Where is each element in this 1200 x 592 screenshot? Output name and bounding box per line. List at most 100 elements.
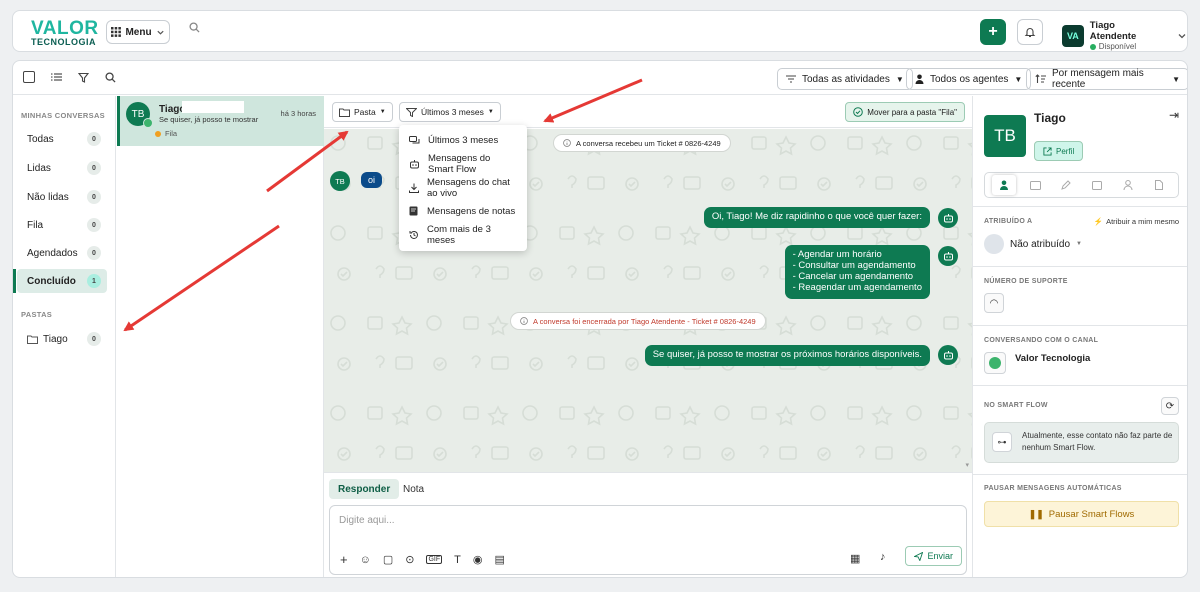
- sidebar-section-title: MINHAS CONVERSAS: [21, 111, 105, 120]
- refresh-button[interactable]: ⟳: [1161, 397, 1179, 415]
- sidebar-item-fila[interactable]: Fila 0: [17, 213, 107, 237]
- send-button[interactable]: Enviar: [905, 546, 962, 566]
- logo[interactable]: VALOR TECNOLOGIA: [31, 19, 99, 47]
- send-label: Enviar: [927, 551, 953, 561]
- move-to-queue-button[interactable]: Mover para a pasta "Fila": [845, 102, 965, 122]
- robot-icon: [943, 251, 954, 261]
- tab-users[interactable]: [1116, 175, 1140, 195]
- search-icon[interactable]: [105, 71, 116, 83]
- activities-filter[interactable]: Todas as atividades ▼: [777, 68, 913, 90]
- text-format-icon[interactable]: T: [454, 554, 461, 566]
- caret-down-icon: ▼: [1172, 74, 1180, 84]
- move-button-label: Mover para a pasta "Fila": [867, 107, 957, 117]
- timestamp: há 3 horas: [280, 109, 316, 118]
- dropdown-item-label: Últimos 3 meses: [428, 135, 499, 147]
- scroll-down-icon[interactable]: ▾: [965, 461, 969, 469]
- dropdown-item-smart-flow[interactable]: Mensagens do Smart Flow: [399, 153, 527, 177]
- location-icon[interactable]: ⊙: [405, 553, 414, 566]
- whatsapp-icon: [989, 357, 1001, 369]
- tab-tickets[interactable]: [1023, 175, 1047, 195]
- tab-edit[interactable]: [1054, 175, 1078, 195]
- filter-icon[interactable]: [78, 72, 89, 83]
- message-input[interactable]: Digite aqui... + ☺ ▢ ⊙ GIF T ◉ ▤ ▦ ♪ Env…: [329, 505, 967, 575]
- tab-reply[interactable]: Responder: [329, 479, 400, 499]
- tab-contact[interactable]: [992, 175, 1017, 195]
- calendar-icon[interactable]: ▦: [850, 552, 860, 565]
- user-name: Tiago Atendente: [1089, 20, 1137, 42]
- agents-filter[interactable]: Todos os agentes ▼: [906, 68, 1032, 90]
- profile-button[interactable]: Perfil: [1034, 141, 1084, 161]
- details-tabs: [984, 172, 1179, 198]
- grid-icon: [111, 27, 122, 37]
- tag-dot: [155, 130, 161, 137]
- select-all-checkbox[interactable]: [23, 71, 35, 83]
- count-badge: 0: [87, 161, 101, 175]
- input-placeholder: Digite aqui...: [339, 515, 395, 526]
- menu-button[interactable]: Menu: [106, 20, 170, 44]
- assignee-select[interactable]: Não atribuído ▼: [984, 234, 1082, 254]
- dropdown-item-last-3-months[interactable]: Últimos 3 meses: [399, 129, 527, 153]
- emoji-icon[interactable]: ☺: [360, 554, 371, 566]
- sidebar-item-concluido[interactable]: Concluído 1: [13, 269, 107, 293]
- dropdown-item-label: Mensagens do Smart Flow: [428, 153, 491, 176]
- user-menu[interactable]: VA Tiago Atendente Disponível: [1062, 20, 1187, 51]
- dropdown-item-older[interactable]: Com mais de 3 meses: [399, 223, 527, 247]
- microphone-icon[interactable]: ♪: [880, 551, 886, 563]
- sidebar-folder-tiago[interactable]: Tiago 0: [17, 327, 107, 351]
- logo-subtext: TECNOLOGIA: [31, 37, 96, 47]
- info-icon: [520, 317, 528, 325]
- sidebar-item-label: Todas: [27, 133, 54, 145]
- gif-icon[interactable]: GIF: [426, 555, 443, 564]
- tab-calendar[interactable]: [1085, 175, 1109, 195]
- plus-icon: +: [988, 23, 998, 40]
- flow-icon-box: ⊶: [992, 432, 1012, 452]
- count-badge: 0: [87, 218, 101, 232]
- sidebar-item-nao-lidas[interactable]: Não lidas 0: [17, 185, 107, 209]
- pause-button-label: Pausar Smart Flows: [1048, 508, 1135, 520]
- sort-filter-label: Por mensagem mais recente: [1052, 68, 1144, 90]
- conversation-item[interactable]: TB Tiago Se quiser, já posso te mostrar …: [117, 96, 324, 146]
- notifications-button[interactable]: [1017, 19, 1043, 45]
- robot-icon[interactable]: ◉: [473, 553, 483, 566]
- sticker-icon[interactable]: ▢: [383, 553, 393, 566]
- period-chip[interactable]: Últimos 3 meses ▼: [399, 102, 501, 122]
- template-icon[interactable]: ▤: [494, 553, 504, 566]
- tab-note[interactable]: Nota: [394, 479, 433, 499]
- message-preview: Se quiser, já posso te mostrar: [159, 115, 259, 124]
- headset-button[interactable]: ◠: [984, 293, 1004, 313]
- dropdown-item-live-chat[interactable]: Mensagens do chat ao vivo: [399, 176, 527, 200]
- outgoing-options-message: - Agendar um horário - Consultar um agen…: [784, 245, 930, 299]
- sidebar-item-todas[interactable]: Todas 0: [17, 127, 107, 151]
- flow-icon: ⊶: [997, 436, 1007, 447]
- pause-smartflow-button[interactable]: ❚❚ Pausar Smart Flows: [984, 501, 1179, 527]
- assign-to-me-link[interactable]: ⚡ Atribuir a mim mesmo: [1094, 217, 1179, 226]
- dropdown-item-label: Mensagens de notas: [427, 205, 516, 217]
- sort-filter[interactable]: Por mensagem mais recente ▼: [1026, 68, 1187, 90]
- incoming-message: oi: [361, 172, 383, 188]
- collapse-panel-icon[interactable]: ⇥: [1169, 108, 1179, 122]
- folder-chip[interactable]: Pasta ▼: [332, 102, 393, 122]
- sidebar-item-agendados[interactable]: Agendados 0: [17, 241, 107, 265]
- list-icon[interactable]: [51, 72, 62, 82]
- pause-section-title: PAUSAR MENSAGENS AUTOMÁTICAS: [984, 485, 1122, 492]
- folder-icon: [27, 335, 38, 344]
- tab-files[interactable]: [1147, 175, 1171, 195]
- messages-icon: [409, 135, 420, 146]
- add-button[interactable]: +: [980, 19, 1006, 45]
- system-message: A conversa recebeu um Ticket # 0826-4249: [553, 134, 731, 152]
- info-icon: [563, 139, 571, 147]
- count-badge: 0: [87, 190, 101, 204]
- dropdown-item-notes[interactable]: Mensagens de notas: [399, 200, 527, 224]
- channel-icon-box: [984, 352, 1006, 374]
- sidebar-item-lidas[interactable]: Lidas 0: [17, 156, 107, 180]
- search-icon[interactable]: [189, 22, 200, 33]
- outgoing-message: Se quiser, já posso te mostrar os próxim…: [644, 345, 930, 366]
- sort-icon: [1035, 74, 1046, 84]
- channel-section-title: CONVERSANDO COM O CANAL: [984, 337, 1099, 344]
- plus-icon[interactable]: +: [340, 552, 348, 567]
- caret-down-icon: ▼: [487, 109, 494, 115]
- caret-down-icon: ▼: [1014, 74, 1023, 84]
- bell-icon: [1024, 26, 1036, 38]
- notes-icon: [409, 206, 419, 216]
- robot-icon: [943, 213, 954, 223]
